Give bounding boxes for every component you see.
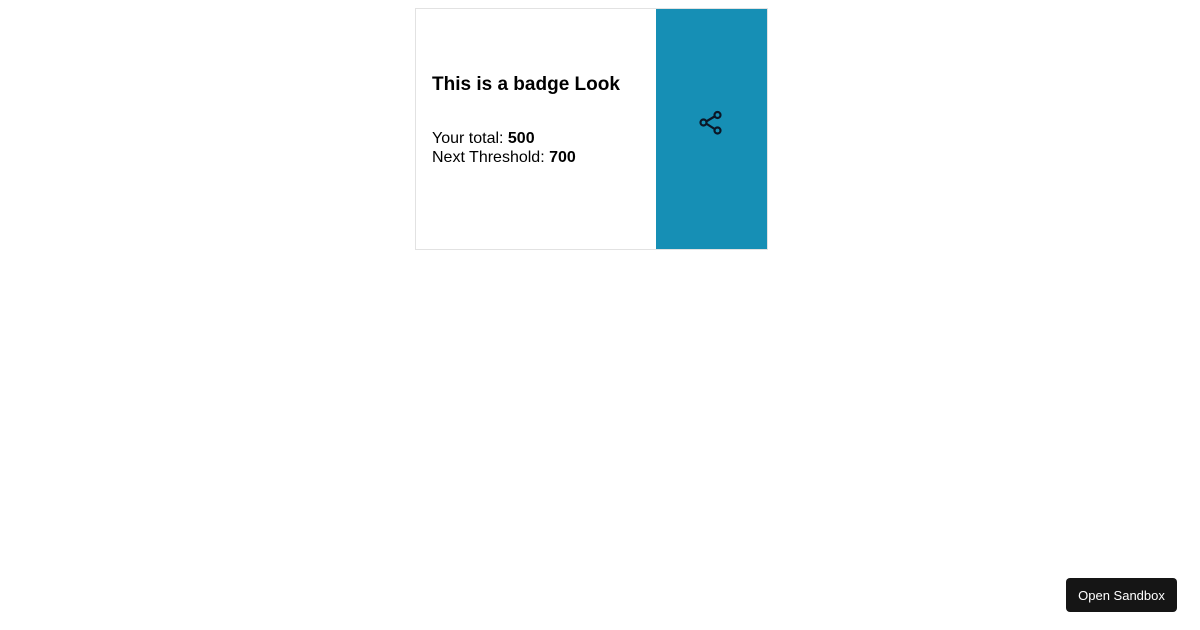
total-label: Your total:	[432, 130, 508, 147]
share-icon	[698, 110, 722, 135]
share-button[interactable]	[656, 9, 767, 249]
badge-info: This is a badge Look Your total: 500 Nex…	[416, 9, 656, 249]
threshold-label: Next Threshold:	[432, 149, 550, 166]
threshold-value: 700	[549, 149, 576, 166]
total-value: 500	[507, 130, 535, 147]
threshold-line: Next Threshold: 700	[432, 148, 656, 167]
badge-card: This is a badge Look Your total: 500 Nex…	[415, 8, 768, 250]
total-line: Your total: 500	[432, 129, 656, 148]
page: This is a badge Look Your total: 500 Nex…	[0, 0, 1200, 630]
open-sandbox-button[interactable]: Open Sandbox	[1066, 578, 1177, 612]
badge-title: This is a badge Look	[432, 74, 620, 95]
